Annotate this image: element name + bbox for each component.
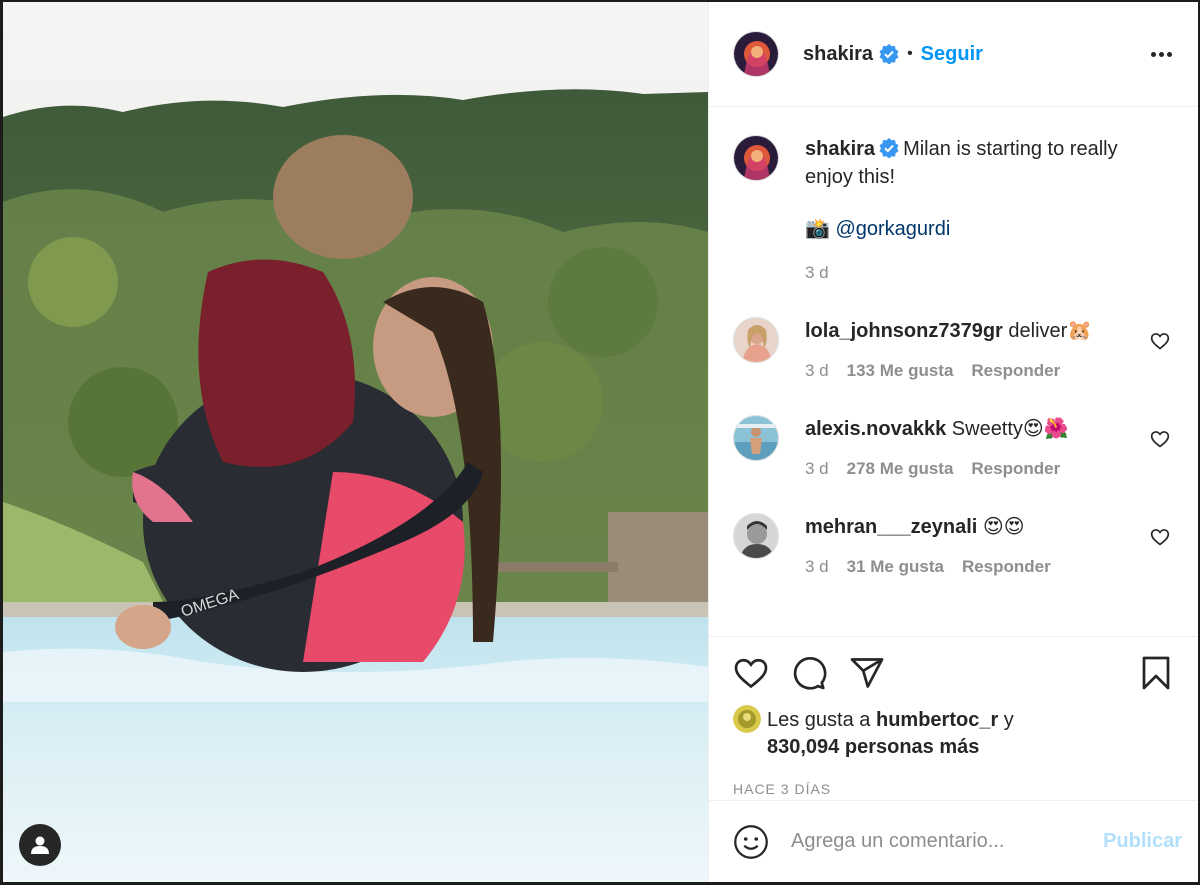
caption-username[interactable]: shakira bbox=[805, 138, 875, 160]
likes-prefix: Les gusta a bbox=[767, 709, 871, 731]
post-timestamp: HACE 3 DÍAS bbox=[733, 781, 832, 797]
commenter-avatar[interactable] bbox=[733, 415, 779, 461]
action-bar bbox=[733, 653, 1174, 693]
liker-avatar[interactable] bbox=[733, 705, 761, 733]
commenter-username[interactable]: alexis.novakkk bbox=[805, 418, 946, 440]
verified-badge-icon bbox=[879, 138, 899, 158]
emoji-smiley-icon[interactable] bbox=[733, 824, 769, 860]
comment-text: Sweetty😍🌺 bbox=[951, 418, 1069, 440]
like-heart-icon[interactable] bbox=[733, 655, 769, 691]
comment-age: 3 d bbox=[805, 361, 829, 380]
add-comment-bar: Publicar bbox=[709, 800, 1198, 882]
commenter-avatar[interactable] bbox=[733, 513, 779, 559]
reply-button[interactable]: Responder bbox=[971, 357, 1060, 385]
author-username[interactable]: shakira bbox=[803, 43, 873, 66]
author-avatar[interactable] bbox=[733, 31, 779, 77]
comment-item: alexis.novakkk Sweetty😍🌺 3 d 278 Me gust… bbox=[733, 415, 1174, 483]
comment-age: 3 d bbox=[805, 557, 829, 576]
comments-list: shakira Milan is starting to really enjo… bbox=[709, 107, 1198, 636]
share-paper-plane-icon[interactable] bbox=[849, 655, 885, 691]
comment-text: 😍😍 bbox=[982, 516, 1025, 538]
follow-button[interactable]: Seguir bbox=[921, 43, 983, 66]
tagged-users-button[interactable] bbox=[19, 824, 61, 866]
avatar-image bbox=[734, 416, 778, 460]
like-comment-heart-icon[interactable] bbox=[1150, 527, 1170, 547]
like-comment-heart-icon[interactable] bbox=[1150, 331, 1170, 351]
reply-button[interactable]: Responder bbox=[962, 553, 1051, 581]
commenter-avatar[interactable] bbox=[733, 317, 779, 363]
like-comment-heart-icon[interactable] bbox=[1150, 429, 1170, 449]
header-separator: • bbox=[907, 45, 913, 62]
caption-author-avatar[interactable] bbox=[733, 135, 779, 181]
post-sidebar: shakira • Seguir shakira Milan is starti… bbox=[708, 2, 1198, 882]
liker-username-link[interactable]: humbertoc_r bbox=[876, 709, 998, 731]
commenter-username[interactable]: lola_johnsonz7379gr bbox=[805, 320, 1003, 342]
post-modal: OMEGA shakira • Seguir shakira Milan is … bbox=[3, 2, 1198, 882]
camera-icon: 📸 bbox=[805, 218, 830, 240]
comment-likes-link[interactable]: 278 Me gusta bbox=[847, 455, 954, 483]
caption: shakira Milan is starting to really enjo… bbox=[733, 135, 1174, 287]
comment-item: lola_johnsonz7379gr deliver🐹 3 d 133 Me … bbox=[733, 317, 1174, 385]
commenter-username[interactable]: mehran___zeynali bbox=[805, 516, 977, 538]
verified-badge-icon bbox=[879, 44, 899, 64]
comment-age: 3 d bbox=[805, 459, 829, 478]
avatar-image bbox=[734, 32, 778, 76]
reply-button[interactable]: Responder bbox=[971, 455, 1060, 483]
avatar-image bbox=[734, 136, 778, 180]
more-options-icon[interactable] bbox=[1141, 42, 1182, 67]
likes-count-link[interactable]: 830,094 personas más bbox=[767, 736, 979, 758]
avatar-image bbox=[734, 514, 778, 558]
publish-button[interactable]: Publicar bbox=[1103, 830, 1182, 853]
comment-bubble-icon[interactable] bbox=[791, 655, 827, 691]
comment-item: mehran___zeynali 😍😍 3 d 31 Me gusta Resp… bbox=[733, 513, 1174, 581]
post-photo[interactable]: OMEGA bbox=[3, 2, 708, 882]
comment-likes-link[interactable]: 133 Me gusta bbox=[847, 357, 954, 385]
caption-mention-link[interactable]: @gorkagurdi bbox=[835, 218, 950, 240]
comment-likes-link[interactable]: 31 Me gusta bbox=[847, 553, 944, 581]
caption-age: 3 d bbox=[805, 263, 829, 282]
comment-text: deliver🐹 bbox=[1008, 320, 1093, 342]
post-header: shakira • Seguir bbox=[709, 2, 1198, 107]
post-actions-area: Les gusta a humbertoc_r y 830,094 person… bbox=[709, 636, 1198, 800]
likes-conj: y bbox=[1003, 709, 1014, 731]
save-bookmark-icon[interactable] bbox=[1138, 655, 1174, 691]
photo-scene: OMEGA bbox=[3, 2, 708, 882]
avatar-image bbox=[734, 318, 778, 362]
comment-input[interactable] bbox=[791, 830, 1104, 853]
user-icon bbox=[31, 836, 49, 854]
likes-summary: Les gusta a humbertoc_r y 830,094 person… bbox=[733, 705, 1174, 761]
